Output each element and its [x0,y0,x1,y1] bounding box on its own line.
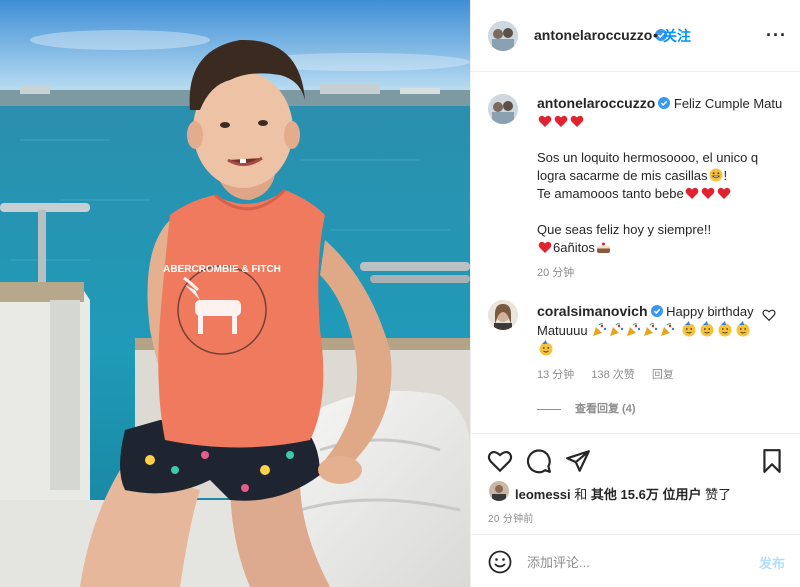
shirt-text: ABERCROMBIE & FITCH [163,264,281,275]
caption-line-2-end: ! [723,168,728,183]
red-heart-emoji [537,240,553,255]
caption-line-5: 6añitos [553,240,595,255]
likes-and: 和 [574,487,588,502]
reply-button[interactable]: 回复 [652,369,674,381]
author-username[interactable]: antonelaroccuzzo [534,27,668,43]
separator-dot: • [653,27,658,43]
caption: antonelaroccuzzo Feliz Cumple Matu Sos u… [537,94,787,257]
post-comment-button[interactable]: 发布 [759,553,785,572]
add-comment-input[interactable] [527,549,737,575]
caption-line-1: Feliz Cumple Matu [673,96,783,111]
caption-timestamp[interactable]: 20 分钟 [537,264,574,280]
comment: coralsimanovich Happy birthday Matuuuu [537,302,755,359]
post-header: antonelaroccuzzo • 关注 ··· [471,0,800,72]
commenter-avatar[interactable] [488,300,518,330]
post-timestamp[interactable]: 20 分钟前 [488,510,534,525]
comment-meta: 13 分钟 138 次赞 回复 [537,366,688,382]
replies-divider [537,408,561,410]
smile-icon[interactable] [488,550,512,574]
red-heart-emoji [537,114,585,129]
likes-others[interactable]: 其他 15.6万 位用户 [591,487,702,502]
post-panel: antonelaroccuzzo • 关注 ··· antonelaroccuz… [470,0,800,587]
verified-badge-icon [650,305,663,317]
likes-summary: leomessi 和 其他 15.6万 位用户 赞了 [515,484,731,503]
add-comment-bar: 发布 [471,534,800,587]
caption-avatar[interactable] [488,94,518,124]
bookmark-icon[interactable] [759,448,785,474]
comment-likes[interactable]: 138 次赞 [591,369,634,381]
red-heart-emoji [684,186,732,201]
comment-like-heart-icon[interactable] [762,308,776,322]
action-bar [471,433,800,474]
caption-line-3: Te amamooos tanto bebe [537,186,684,201]
heart-icon[interactable] [487,448,513,474]
view-replies-button[interactable]: 查看回复 (4) [537,400,636,416]
share-icon[interactable] [565,448,591,474]
caption-username[interactable]: antonelaroccuzzo [537,95,671,111]
photo-illustration: ABERCROMBIE & FITCH [0,0,470,587]
author-avatar[interactable] [488,21,518,51]
comment-icon[interactable] [526,448,552,474]
liker-username[interactable]: leomessi [515,487,571,502]
grin-emoji [708,168,724,183]
liker-avatar[interactable] [489,481,509,501]
commenter-username[interactable]: coralsimanovich [537,303,663,319]
follow-button[interactable]: 关注 [663,26,691,46]
cake-emoji [595,240,612,255]
comment-timestamp[interactable]: 13 分钟 [537,369,574,381]
more-options-icon[interactable]: ··· [766,25,787,46]
party-popper-emoji [591,323,676,338]
post-photo[interactable]: ABERCROMBIE & FITCH [0,0,470,587]
likes-suffix: 赞了 [705,487,732,502]
verified-badge-icon [658,97,671,109]
caption-line-4: Que seas feliz hoy y siempre!! [537,222,712,237]
